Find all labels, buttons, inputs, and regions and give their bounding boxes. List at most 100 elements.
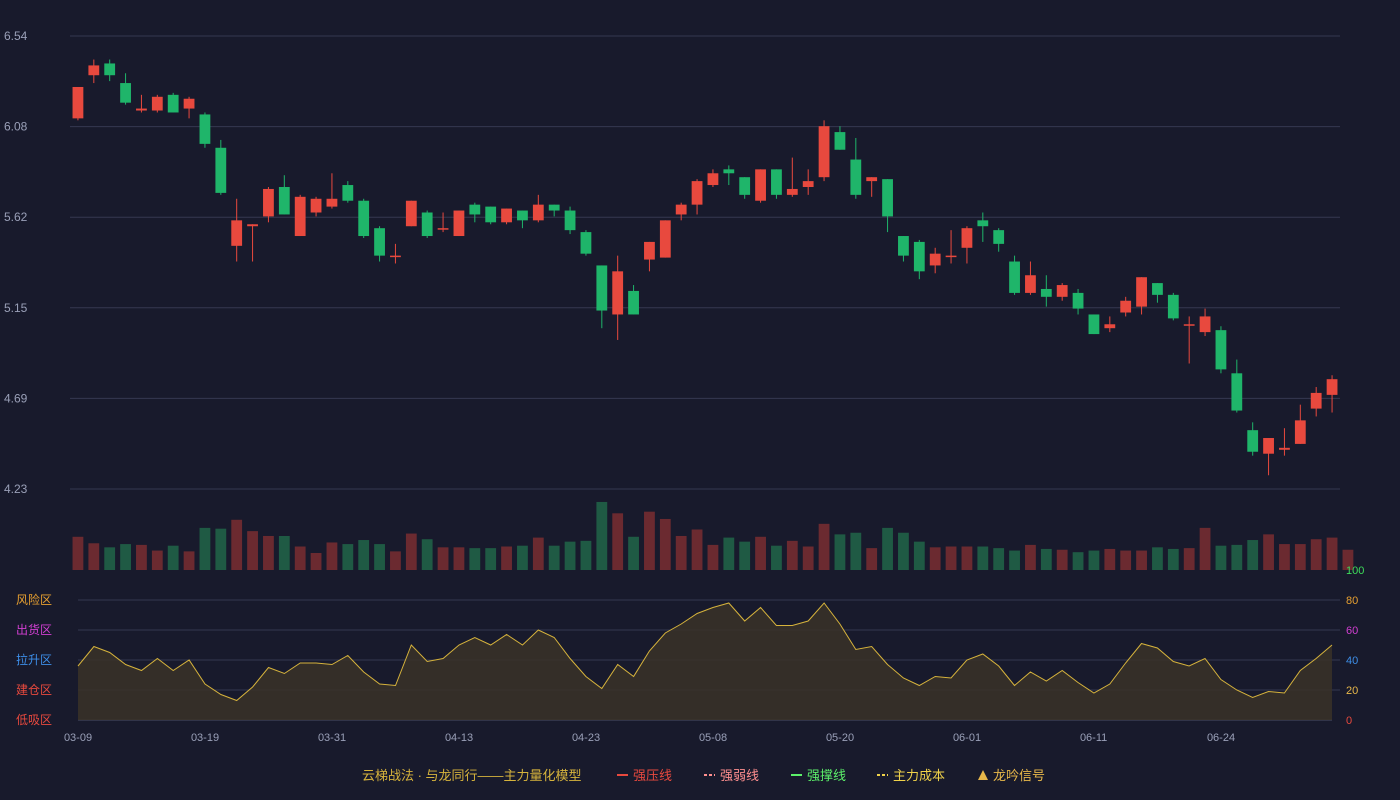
indicator-tick-label: 80 (1346, 595, 1358, 607)
volume-bar (1120, 550, 1132, 570)
volume-bar (263, 535, 274, 570)
x-tick-label: 03-31 (318, 732, 346, 744)
legend-item[interactable]: 龙吟信号 (978, 768, 1045, 783)
candle-body (612, 271, 624, 315)
candle-body (294, 196, 306, 237)
indicator-axis: 0 20 40 60 80 100 (1346, 565, 1364, 727)
volume-bar (342, 544, 354, 570)
volume-bar (310, 552, 322, 570)
volume-bar (294, 546, 306, 570)
candle-body (358, 200, 370, 237)
candle-body (1263, 438, 1274, 454)
volume-bar (675, 535, 687, 570)
candle-body (1279, 447, 1290, 450)
indicator-tick-label: 60 (1346, 625, 1358, 637)
volume-bar (612, 513, 624, 570)
zone-label: 出货区 (16, 622, 52, 637)
candle-body (1025, 275, 1036, 293)
volume-bar (1072, 552, 1084, 570)
x-axis: 03-09 03-19 03-31 04-13 04-23 05-08 05-20 06-01… (64, 732, 1235, 744)
volume-bar (834, 534, 846, 570)
volume-bar (405, 533, 417, 570)
volume-bar (88, 543, 100, 570)
volume-bar (771, 545, 782, 570)
candle-body (405, 200, 417, 227)
indicator-zone-labels: 风险区出货区拉升区建仓区低吸区 (16, 592, 52, 727)
price-grid (70, 35, 1340, 490)
candle-body (1183, 324, 1195, 326)
candles (72, 59, 1338, 476)
candle-body (517, 210, 528, 221)
volume-bar (945, 546, 957, 570)
candle-body (485, 206, 497, 223)
volume-bar (104, 547, 116, 570)
candle-body (898, 236, 909, 256)
candle-body (644, 241, 655, 260)
legend-item[interactable]: 强撑线 (791, 768, 846, 783)
legend[interactable]: 云梯战法 · 与龙同行——主力量化模型 强压线 强弱线 强撑线 主力成本 龙吟信号 (362, 768, 1045, 783)
x-tick-label: 05-08 (699, 732, 727, 744)
candle-body (723, 169, 735, 174)
candle-body (961, 228, 973, 248)
candle-body (866, 177, 878, 182)
volume-bar (358, 540, 370, 570)
candle-body (151, 96, 163, 111)
candle-body (786, 188, 798, 195)
candle-body (929, 253, 941, 266)
volume-bar (818, 523, 830, 570)
candle-body (1136, 277, 1147, 307)
legend-item[interactable]: 强压线 (617, 768, 672, 783)
candle-body (834, 132, 846, 150)
candle-body (1215, 330, 1227, 370)
x-tick-label: 03-09 (64, 732, 92, 744)
volume-bar (72, 536, 84, 570)
volume-bar (723, 537, 735, 570)
candle-body (628, 290, 639, 315)
candle-body (342, 185, 354, 201)
price-axis: 6.54 6.08 5.62 5.15 4.69 4.23 (4, 29, 28, 496)
candle-body (802, 181, 814, 187)
volume-bar (437, 547, 449, 570)
candle-body (1199, 316, 1211, 333)
volume-bar (120, 544, 131, 570)
volume-bar (136, 544, 147, 570)
volume-bar (1025, 544, 1036, 570)
candle-body (469, 204, 481, 215)
candle-body (675, 204, 687, 215)
volume-bar (1247, 540, 1259, 570)
candle-body (564, 210, 576, 231)
volume-bar (1279, 544, 1290, 570)
candle-body (1231, 373, 1243, 411)
zone-label: 低吸区 (16, 713, 52, 727)
candle-body (310, 198, 322, 213)
legend-triangle-icon (978, 770, 988, 780)
candle-body (1310, 392, 1322, 409)
candle-body (1294, 420, 1306, 444)
volume-bar (786, 540, 798, 570)
volume-bar (1104, 548, 1116, 570)
volume-bar (501, 546, 512, 570)
legend-item[interactable]: 云梯战法 · 与龙同行——主力量化模型 (362, 768, 582, 783)
candle-body (215, 147, 227, 193)
volume-bar (1183, 548, 1195, 570)
volume-bar (644, 511, 655, 570)
volume-bar (485, 548, 497, 570)
volume-bar (882, 527, 893, 570)
volume-bar (278, 535, 290, 570)
candle-body (850, 159, 862, 195)
volume-bar (993, 548, 1005, 570)
volume-bar (453, 547, 465, 570)
candle-body (104, 63, 116, 76)
volume-bar (691, 529, 703, 570)
volume-bar (1088, 550, 1100, 570)
candle-body (167, 94, 179, 113)
candle-body (739, 177, 751, 195)
candle-body (818, 126, 830, 178)
legend-label: 龙吟信号 (993, 768, 1045, 783)
candle-body (72, 86, 84, 119)
legend-item[interactable]: 主力成本 (877, 768, 945, 783)
x-tick-label: 04-23 (572, 732, 600, 744)
candle-body (1009, 261, 1020, 293)
legend-item[interactable]: 强弱线 (704, 768, 759, 783)
candle-body (993, 230, 1005, 244)
